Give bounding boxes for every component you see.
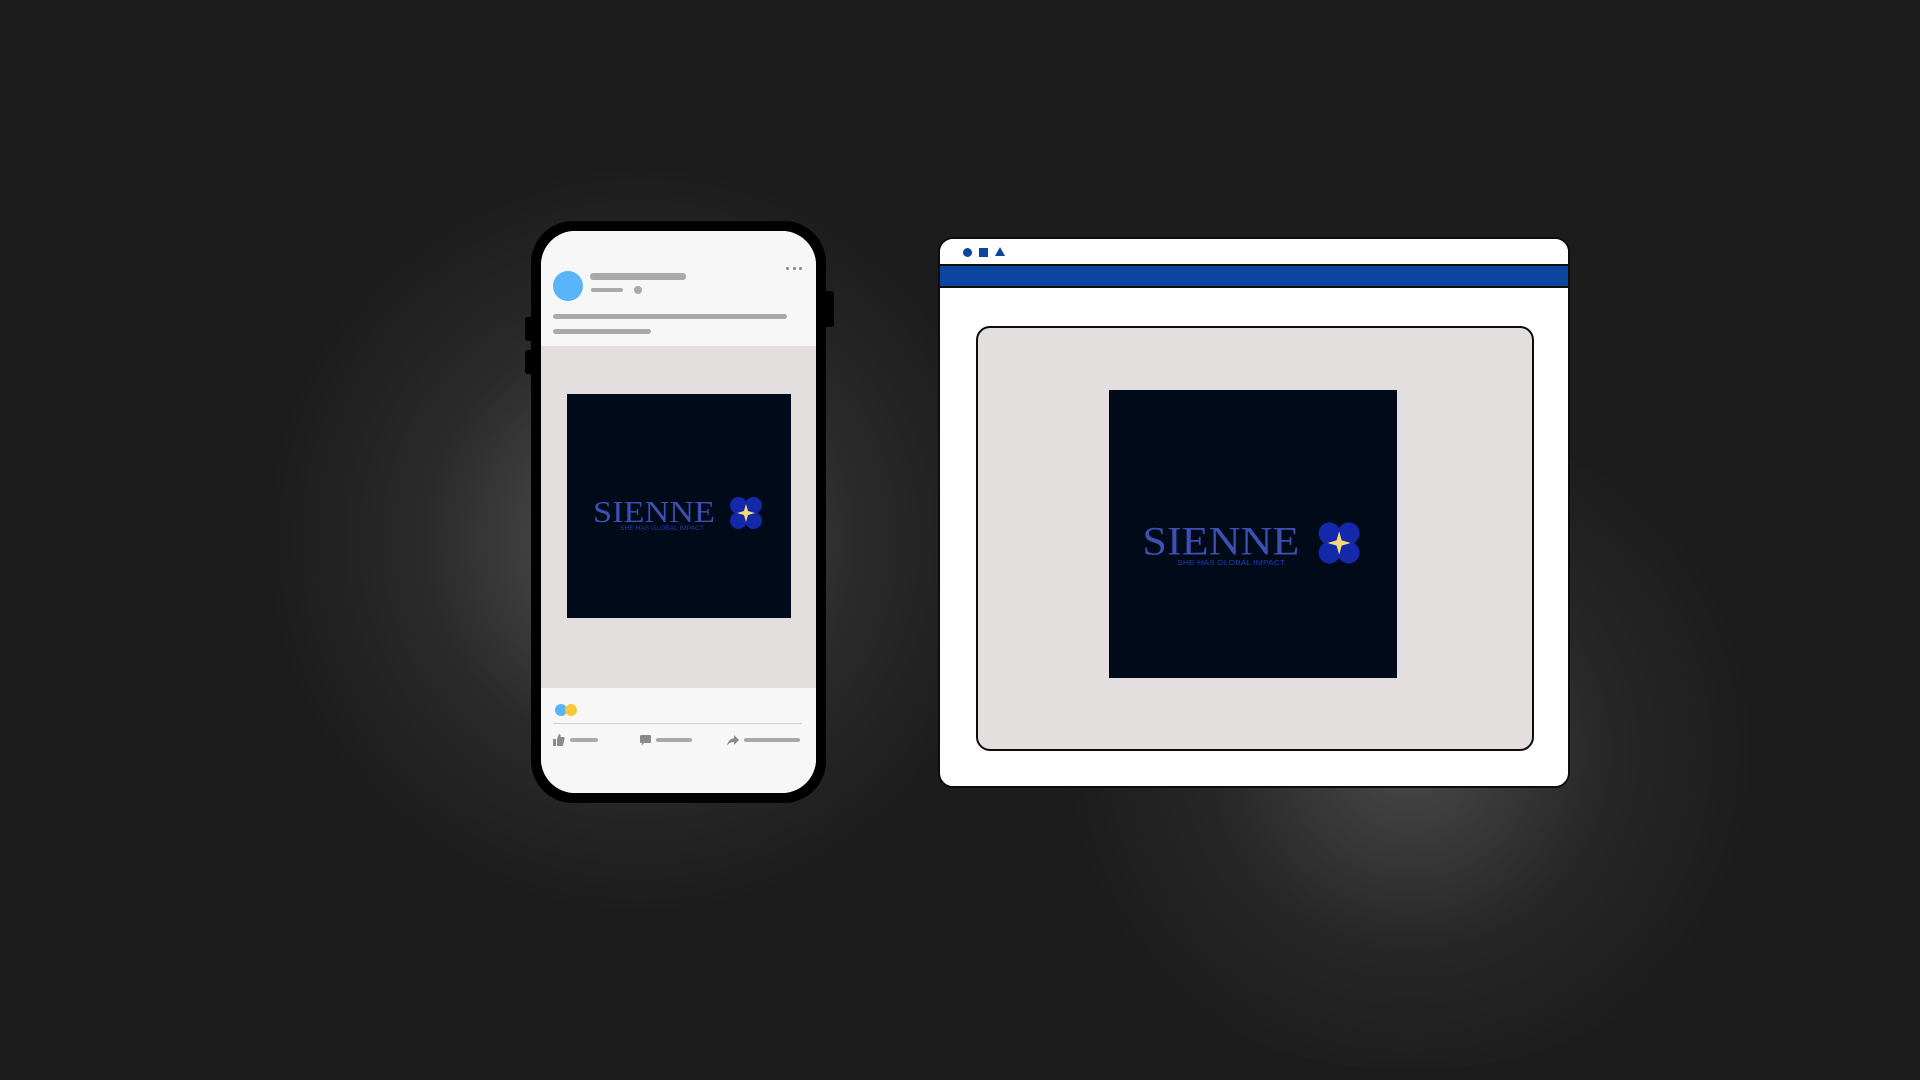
share-label-placeholder [744,738,800,742]
sienne-logo: SIENNE SHE HAS GLOBAL IMPACT [1142,519,1360,567]
social-post-header [541,231,816,346]
post-date-placeholder [591,288,623,292]
share-arrow-icon [727,734,739,746]
four-petal-flower-with-star-icon [1318,522,1360,564]
phone-screen: SIENNE SHE HAS GLOBAL IMPACT [541,231,816,793]
post-privacy-dot [634,286,642,294]
like-label-placeholder [570,738,598,742]
social-post-footer [541,688,816,793]
sienne-wordmark: SIENNE [593,494,715,529]
phone-volume-up-button [525,317,533,341]
sienne-wordmark: SIENNE [1142,519,1299,564]
sienne-logo: SIENNE SHE HAS GLOBAL IMPACT [593,494,762,532]
comment-icon [640,734,651,746]
sienne-ad-image: SIENNE SHE HAS GLOBAL IMPACT [1109,390,1397,678]
browser-window-mockup: SIENNE SHE HAS GLOBAL IMPACT [938,237,1570,788]
social-post-media[interactable]: SIENNE SHE HAS GLOBAL IMPACT [541,346,816,688]
browser-titlebar [940,239,1568,263]
like-button[interactable] [553,732,598,748]
triangle-icon[interactable] [995,247,1005,256]
circle-icon[interactable] [963,248,972,257]
browser-nav-bar [940,264,1568,288]
square-icon[interactable] [979,248,988,257]
four-petal-flower-with-star-icon [730,497,762,529]
post-author-placeholder [590,273,686,280]
post-text-line-2 [553,329,651,334]
sienne-tagline: SHE HAS GLOBAL IMPACT [620,526,704,532]
footer-divider [553,723,802,724]
sienne-tagline: SHE HAS GLOBAL IMPACT [1177,558,1285,567]
thumbs-up-icon [553,734,565,746]
phone-power-button [824,291,834,327]
ellipsis-icon[interactable] [786,264,802,272]
sienne-ad-image: SIENNE SHE HAS GLOBAL IMPACT [567,394,791,618]
share-button[interactable] [727,732,800,748]
phone-volume-down-button [525,350,533,374]
comment-label-placeholder [656,738,692,742]
phone-mockup: SIENNE SHE HAS GLOBAL IMPACT [525,221,834,803]
post-text-line-1 [553,314,787,319]
avatar[interactable] [553,271,583,301]
love-reaction-icon [565,704,577,716]
comment-button[interactable] [640,732,692,748]
browser-content-panel: SIENNE SHE HAS GLOBAL IMPACT [976,326,1534,751]
